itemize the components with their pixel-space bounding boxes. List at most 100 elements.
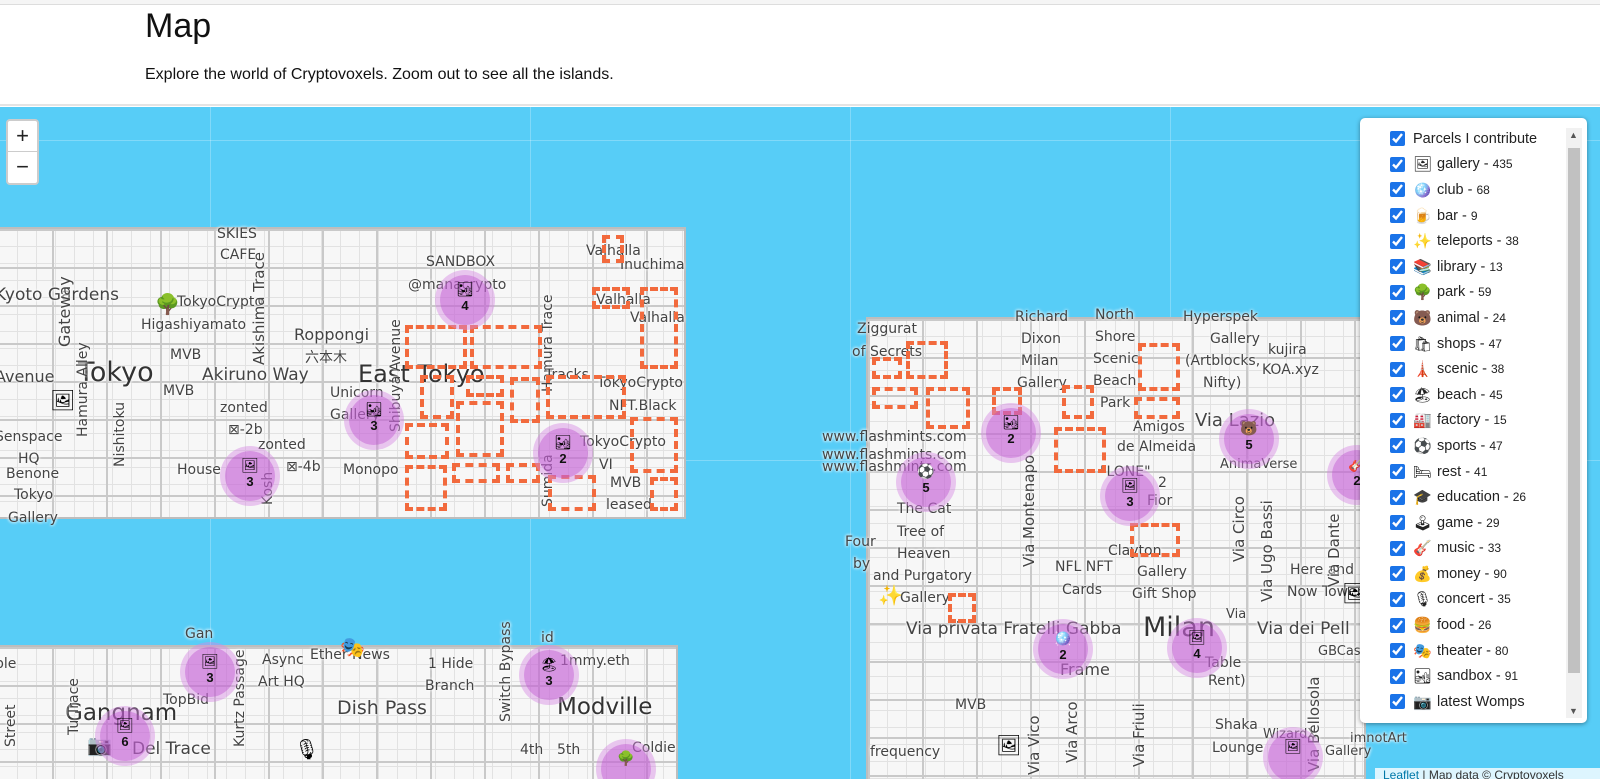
parcel-outline[interactable] <box>1054 427 1106 473</box>
layer-checkbox[interactable] <box>1390 336 1405 352</box>
layer-row[interactable]: 🛍 shops -47 <box>1390 331 1580 357</box>
world-map[interactable]: Tokyo East Tokyo Milan Gangnam Modville … <box>0 107 1600 779</box>
layer-row[interactable]: 🗼 scenic -38 <box>1390 356 1580 382</box>
scrollbar-thumb[interactable] <box>1568 148 1580 673</box>
layer-row[interactable]: 🎓 education -26 <box>1390 484 1580 510</box>
layer-checkbox[interactable] <box>1390 156 1405 172</box>
marker-cluster[interactable]: 🖼 4 <box>1172 623 1222 673</box>
parcel-outline[interactable] <box>405 465 447 511</box>
parcel-outline[interactable] <box>420 375 454 419</box>
parcel-outline[interactable] <box>872 387 918 409</box>
parcel-outline[interactable] <box>948 593 976 623</box>
parcel-outline[interactable] <box>872 357 902 379</box>
parcel-outline[interactable] <box>548 475 596 511</box>
parcel-outline[interactable] <box>1130 523 1180 557</box>
parcel-outline[interactable] <box>602 235 624 263</box>
layer-checkbox[interactable] <box>1390 566 1405 582</box>
gallery-icon[interactable]: 🖼 <box>996 735 1021 757</box>
zoom-out-button[interactable]: − <box>8 152 37 183</box>
layer-checkbox[interactable] <box>1390 182 1405 198</box>
scroll-up-icon[interactable]: ▲ <box>1569 130 1578 140</box>
layer-checkbox[interactable] <box>1390 591 1405 607</box>
parcel-outline[interactable] <box>592 287 630 309</box>
marker-cluster[interactable]: 🖼 3 <box>225 451 275 501</box>
layer-checkbox[interactable] <box>1390 259 1405 275</box>
layer-row[interactable]: 🎭 theater -80 <box>1390 638 1580 664</box>
parcel-outline[interactable] <box>510 377 540 423</box>
marker-cluster[interactable]: 🏜 2 <box>986 408 1036 458</box>
parcel-outline[interactable] <box>452 463 500 483</box>
layer-row[interactable]: 🏭 factory -15 <box>1390 408 1580 434</box>
parcel-outline[interactable] <box>640 287 678 369</box>
layer-checkbox[interactable] <box>1390 208 1405 224</box>
parcel-outline[interactable] <box>906 341 948 379</box>
parcel-outline[interactable] <box>405 423 449 459</box>
zoom-in-button[interactable]: + <box>8 121 37 152</box>
leaflet-link[interactable]: Leaflet <box>1383 768 1419 779</box>
marker-cluster[interactable]: 🖼 <box>1268 732 1318 779</box>
layer-row[interactable]: 🏖 beach -45 <box>1390 382 1580 408</box>
parcel-outline[interactable] <box>506 463 540 483</box>
layer-row[interactable]: 🏜 sandbox -91 <box>1390 663 1580 689</box>
layer-row[interactable]: 🐻 animal -24 <box>1390 305 1580 331</box>
park-icon[interactable]: 🌳 <box>155 294 180 316</box>
layer-checkbox[interactable] <box>1390 694 1405 710</box>
marker-cluster[interactable]: 🖼 3 <box>185 647 235 697</box>
marker-cluster[interactable]: 🏖 3 <box>524 650 574 700</box>
scroll-down-icon[interactable]: ▼ <box>1569 706 1578 716</box>
layer-row[interactable]: 🎸 music -33 <box>1390 536 1580 562</box>
marker-cluster[interactable]: 🏜 4 <box>440 275 490 325</box>
parcel-outline[interactable] <box>1134 397 1180 419</box>
marker-cluster[interactable]: 🏜 2 <box>538 428 588 478</box>
parcel-outline[interactable] <box>470 325 542 369</box>
layer-row[interactable]: 🖼 gallery -435 <box>1390 152 1580 178</box>
layer-checkbox[interactable] <box>1390 284 1405 300</box>
layer-row[interactable]: 🌳 park -59 <box>1390 280 1580 306</box>
marker-cluster[interactable]: 🖼 6 <box>100 711 150 761</box>
teleports-icon[interactable]: ✨ <box>878 585 903 607</box>
layer-checkbox[interactable] <box>1390 131 1405 147</box>
parcel-outline[interactable] <box>546 375 626 419</box>
layer-row[interactable]: ✨ teleports -38 <box>1390 228 1580 254</box>
layer-row[interactable]: 🍔 food -26 <box>1390 612 1580 638</box>
layer-row[interactable]: 🕹 game -29 <box>1390 510 1580 536</box>
parcel-outline[interactable] <box>456 401 504 457</box>
marker-cluster[interactable]: 🪩 2 <box>1038 624 1088 674</box>
layer-checkbox[interactable] <box>1390 310 1405 326</box>
layer-row[interactable]: 📚 library -13 <box>1390 254 1580 280</box>
layer-row[interactable]: 💰 money -90 <box>1390 561 1580 587</box>
layer-row[interactable]: ⚽ sports -47 <box>1390 433 1580 459</box>
layer-checkbox[interactable] <box>1390 464 1405 480</box>
marker-cluster[interactable]: ⚽ 5 <box>901 457 951 507</box>
marker-cluster[interactable]: 🐻 5 <box>1224 414 1274 464</box>
layer-checkbox[interactable] <box>1390 617 1405 633</box>
parcel-outline[interactable] <box>1062 385 1094 419</box>
gallery-icon[interactable]: 🖼 <box>50 390 75 412</box>
layer-row[interactable]: 📷 latest Womps <box>1390 689 1580 715</box>
layer-checkbox[interactable] <box>1390 361 1405 377</box>
theater-icon[interactable]: 🎭 <box>340 637 365 659</box>
layer-checkbox[interactable] <box>1390 233 1405 249</box>
layer-list-scrollbar[interactable]: ▲ ▼ <box>1566 128 1582 718</box>
layer-checkbox[interactable] <box>1390 515 1405 531</box>
parcel-outline[interactable] <box>466 375 504 397</box>
layer-row[interactable]: 🛏 rest -41 <box>1390 459 1580 485</box>
layer-checkbox[interactable] <box>1390 489 1405 505</box>
marker-cluster[interactable]: 🖼 3 <box>1105 471 1155 521</box>
layer-row[interactable]: 🪩 club -68 <box>1390 177 1580 203</box>
layer-row[interactable]: 🍺 bar -9 <box>1390 203 1580 229</box>
layer-checkbox[interactable] <box>1390 387 1405 403</box>
layer-checkbox[interactable] <box>1390 643 1405 659</box>
layer-checkbox[interactable] <box>1390 540 1405 556</box>
marker-cluster[interactable]: 🏜 3 <box>349 395 399 445</box>
layer-checkbox[interactable] <box>1390 438 1405 454</box>
layer-checkbox[interactable] <box>1390 412 1405 428</box>
parcel-outline[interactable] <box>630 417 678 473</box>
layer-row[interactable]: 🎙 concert -35 <box>1390 587 1580 613</box>
parcel-outline[interactable] <box>650 477 678 511</box>
layer-row[interactable]: Parcels I contribute <box>1390 126 1580 152</box>
parcel-outline[interactable] <box>405 325 467 369</box>
concert-icon[interactable]: 🎙 <box>294 739 319 761</box>
layer-checkbox[interactable] <box>1390 668 1405 684</box>
parcel-outline[interactable] <box>926 387 970 429</box>
